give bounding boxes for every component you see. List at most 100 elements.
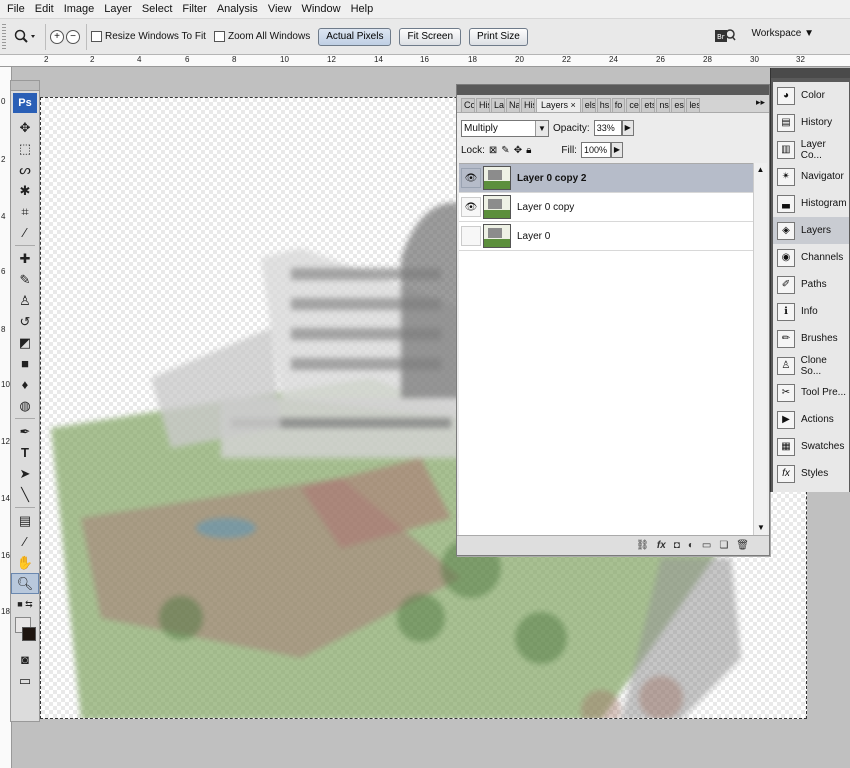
menu-help[interactable]: Help (346, 0, 379, 19)
magic-wand-tool-icon[interactable]: ✱ (11, 180, 39, 201)
dock-item-history[interactable]: ▤ History (773, 109, 849, 136)
gradient-tool-icon[interactable]: ■ (11, 353, 39, 374)
menu-analysis[interactable]: Analysis (212, 0, 263, 19)
tab-layers[interactable]: Layers × (536, 98, 581, 112)
dock-item-paths[interactable]: ✐ Paths (773, 271, 849, 298)
lock-all-icon[interactable]: 🔒︎ (526, 145, 531, 156)
path-selection-tool-icon[interactable]: ➤ (11, 463, 39, 484)
tab-channels[interactable]: els (581, 98, 596, 112)
mask-icon[interactable]: ◘ (674, 540, 680, 551)
tab-info[interactable]: fo (611, 98, 626, 112)
zoom-tool-preset-picker[interactable] (9, 24, 41, 50)
zoom-all-windows-checkbox[interactable]: Zoom All Windows (213, 31, 310, 42)
lock-position-icon[interactable]: ✥ (514, 145, 522, 156)
scroll-up-icon[interactable]: ▲ (754, 163, 767, 177)
dock-item-layers[interactable]: ◈ Layers (773, 217, 849, 244)
eye-icon[interactable]: 👁︎ (461, 197, 481, 217)
blur-tool-icon[interactable]: ♦ (11, 374, 39, 395)
panel-titlebar[interactable] (457, 85, 769, 95)
adjustment-icon[interactable]: ◐ (688, 540, 694, 551)
panel-menu-icon[interactable]: ▸▸ (756, 97, 765, 108)
dock-item-styles[interactable]: fx Styles (773, 460, 849, 487)
blend-mode-select[interactable]: Multiply ▼ (461, 119, 549, 137)
marquee-tool-icon[interactable]: ⬚ (11, 138, 39, 159)
menu-image[interactable]: Image (59, 0, 100, 19)
dock-item-channels[interactable]: ◉ Channels (773, 244, 849, 271)
line-tool-icon[interactable]: ╲ (11, 484, 39, 505)
eyedropper-tool-icon[interactable]: ⁄ (11, 531, 39, 552)
fx-icon[interactable]: fx (657, 540, 666, 551)
menu-view[interactable]: View (263, 0, 297, 19)
healing-brush-tool-icon[interactable]: ✚ (11, 248, 39, 269)
tab-clone-source[interactable]: ce (626, 98, 641, 112)
brush-tool-icon[interactable]: ✎ (11, 269, 39, 290)
layer-row[interactable]: Layer 0 (459, 222, 755, 251)
dock-item-layer-comps[interactable]: ▥ Layer Co... (773, 136, 849, 163)
trash-icon[interactable]: 🗑︎ (736, 540, 749, 551)
dock-item-tool-presets[interactable]: ✂ Tool Pre... (773, 379, 849, 406)
slice-tool-icon[interactable]: ⁄ (11, 222, 39, 243)
tab-histogram[interactable]: His (521, 98, 535, 112)
workspace-menu[interactable]: Workspace ▼ (751, 28, 814, 39)
tab-tool-presets[interactable]: ets (641, 98, 656, 112)
clone-stamp-tool-icon[interactable]: ♙ (11, 290, 39, 311)
lasso-tool-icon[interactable]: ᔕ (11, 159, 39, 180)
layer-name[interactable]: Layer 0 copy (517, 202, 574, 213)
layer-name[interactable]: Layer 0 copy 2 (517, 173, 586, 184)
checkbox-box[interactable] (91, 31, 102, 42)
notes-tool-icon[interactable]: ▤ (11, 510, 39, 531)
scroll-down-icon[interactable]: ▼ (754, 521, 768, 535)
menu-filter[interactable]: Filter (177, 0, 211, 19)
quick-mask-icon[interactable]: ◙ (11, 649, 39, 670)
tab-navigator[interactable]: Na (506, 98, 520, 112)
tab-layer-comps[interactable]: La (491, 98, 505, 112)
eye-toggle-empty[interactable] (461, 226, 481, 246)
bridge-icon[interactable]: Br (714, 26, 736, 46)
lock-transparent-icon[interactable]: ⊠ (489, 145, 497, 156)
link-icon[interactable]: ⛓ (636, 540, 649, 551)
background-color-swatch[interactable] (22, 627, 36, 641)
type-tool-icon[interactable]: T (11, 442, 39, 463)
zoom-tool-icon[interactable]: 🔍︎ (11, 573, 39, 594)
tab-actions[interactable]: ns (656, 98, 671, 112)
tab-history[interactable]: His (476, 98, 490, 112)
move-tool-icon[interactable]: ✥ (11, 117, 39, 138)
menu-edit[interactable]: Edit (30, 0, 59, 19)
photoshop-logo[interactable]: Ps (13, 93, 37, 113)
tab-styles[interactable]: les (686, 98, 701, 112)
eye-icon[interactable]: 👁︎ (461, 168, 481, 188)
menu-select[interactable]: Select (137, 0, 178, 19)
layer-thumbnail[interactable] (483, 166, 511, 190)
chevron-down-icon[interactable]: ▼ (535, 120, 548, 136)
dock-titlebar[interactable] (771, 68, 850, 78)
zoom-out-icon[interactable]: − (66, 29, 80, 44)
layer-name[interactable]: Layer 0 (517, 231, 550, 242)
checkbox-box[interactable] (213, 31, 225, 42)
layer-row[interactable]: 👁︎ Layer 0 copy (459, 193, 755, 222)
print-size-button[interactable]: Print Size (469, 27, 528, 46)
history-brush-tool-icon[interactable]: ↺ (11, 311, 39, 332)
group-icon[interactable]: ▭ (702, 540, 711, 551)
dodge-tool-icon[interactable]: ◍ (11, 395, 39, 416)
menu-layer[interactable]: Layer (99, 0, 137, 19)
dock-item-histogram[interactable]: ▃ Histogram (773, 190, 849, 217)
new-layer-icon[interactable]: ❏ (719, 540, 728, 551)
toolbox-grip[interactable] (11, 81, 39, 91)
dock-item-navigator[interactable]: ✴ Navigator (773, 163, 849, 190)
fill-slider-arrow-icon[interactable]: ▶ (610, 142, 623, 158)
close-icon[interactable]: × (571, 100, 576, 110)
hand-tool-icon[interactable]: ✋ (11, 552, 39, 573)
crop-tool-icon[interactable]: ⌗ (11, 201, 39, 222)
fill-input[interactable]: 100% (580, 142, 611, 158)
swap-colors-icon[interactable]: ■ ⇆ (11, 594, 39, 615)
lock-image-icon[interactable]: ✎ (501, 145, 509, 156)
screen-mode-icon[interactable]: ▭ (11, 670, 39, 691)
eraser-tool-icon[interactable]: ◩ (11, 332, 39, 353)
layer-thumbnail[interactable] (483, 224, 511, 248)
fit-screen-button[interactable]: Fit Screen (399, 27, 462, 46)
resize-windows-checkbox[interactable]: Resize Windows To Fit (91, 31, 206, 42)
dock-item-swatches[interactable]: ▦ Swatches (773, 433, 849, 460)
layer-row[interactable]: 👁︎ Layer 0 copy 2 (459, 164, 755, 193)
horizontal-ruler[interactable]: 2 2 4 6 8 10 12 14 16 18 20 22 24 26 28 … (0, 55, 850, 67)
tab-swatches[interactable]: es (671, 98, 686, 112)
